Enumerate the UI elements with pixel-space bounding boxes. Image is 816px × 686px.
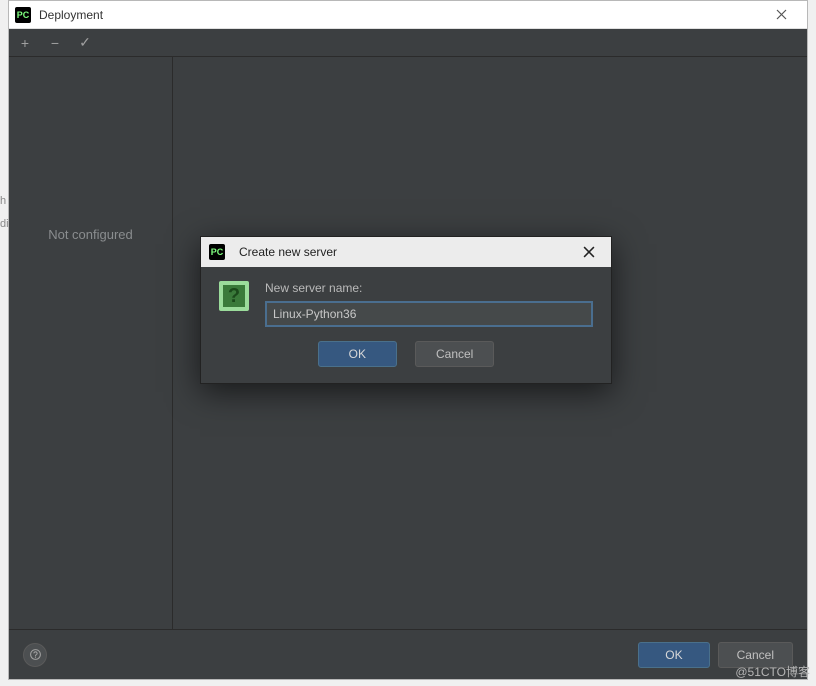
dialog-title: Create new server (239, 245, 575, 259)
help-icon (29, 648, 42, 661)
window-close-button[interactable] (761, 2, 801, 28)
toolbar: + − ✓ (9, 29, 807, 57)
window-title: Deployment (39, 8, 761, 22)
bg-fragment: di (0, 218, 8, 230)
server-name-label: New server name: (265, 281, 593, 295)
dialog-ok-button[interactable]: OK (318, 341, 397, 367)
not-configured-text: Not configured (48, 227, 133, 242)
server-name-input[interactable] (265, 301, 593, 327)
question-icon: ? (219, 281, 249, 311)
footer-bar: OK Cancel (9, 629, 807, 679)
dialog-close-button[interactable] (575, 238, 603, 266)
window-titlebar: PC Deployment (9, 1, 807, 29)
server-list-panel: Not configured (9, 57, 173, 629)
watermark-text: @51CTO博客 (735, 663, 810, 680)
pycharm-icon: PC (209, 244, 225, 260)
bg-fragment: h (0, 195, 8, 207)
dialog-cancel-button[interactable]: Cancel (415, 341, 494, 367)
pycharm-icon: PC (15, 7, 31, 23)
help-button[interactable] (23, 643, 47, 667)
check-icon[interactable]: ✓ (77, 34, 93, 51)
dialog-body: ? New server name: OK Cancel (201, 267, 611, 383)
add-icon[interactable]: + (17, 35, 33, 51)
footer-ok-button[interactable]: OK (638, 642, 709, 668)
remove-icon[interactable]: − (47, 35, 63, 51)
create-server-dialog: PC Create new server ? New server name: … (200, 236, 612, 384)
dialog-titlebar: PC Create new server (201, 237, 611, 267)
